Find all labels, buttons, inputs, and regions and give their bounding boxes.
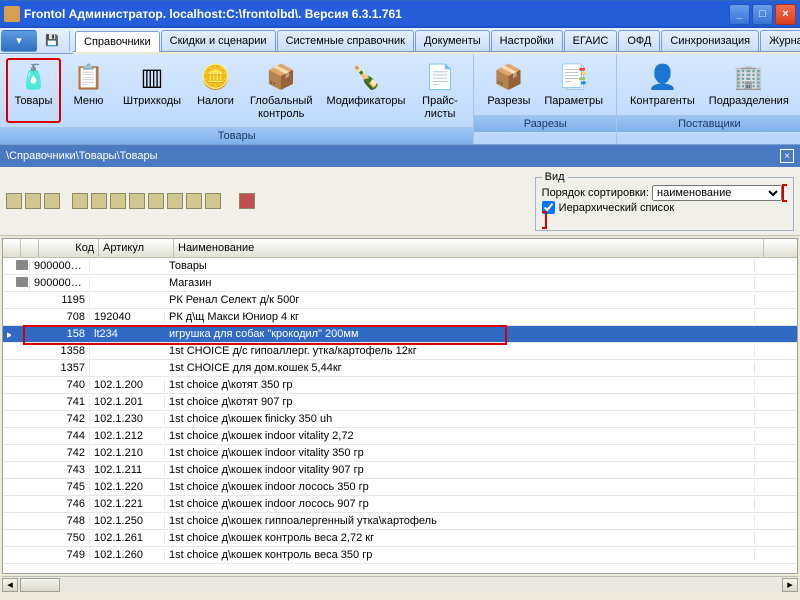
ribbon-icon: 🧴	[18, 61, 50, 93]
ribbon-icon: 📦	[265, 61, 297, 93]
tool-icon[interactable]	[110, 193, 126, 209]
ribbon-icon: 📄	[424, 61, 456, 93]
hier-checkbox-label[interactable]: Иерархический список	[542, 201, 787, 214]
ribbon-товары[interactable]: 🧴Товары	[6, 58, 61, 123]
scroll-thumb[interactable]	[20, 578, 60, 592]
table-row[interactable]: 13581st CHOICE д/с гипоаллерг. утка/карт…	[3, 343, 797, 360]
view-fieldset: Вид Порядок сортировки: наименование Иер…	[535, 171, 794, 231]
ribbon-глобальный-контроль[interactable]: 📦Глобальный контроль	[243, 58, 319, 123]
table-row[interactable]: 741102.1.2011st choice д\котят 907 гр	[3, 394, 797, 411]
table-row[interactable]: 744102.1.2121st choice д\кошек indoor vi…	[3, 428, 797, 445]
file-menu-button[interactable]: ▾	[1, 30, 37, 52]
table-row[interactable]: 749102.1.2601st choice д\кошек контроль …	[3, 547, 797, 564]
tab-journal[interactable]: Журнал	[760, 30, 800, 51]
tool-icon[interactable]	[44, 193, 60, 209]
tab-sync[interactable]: Синхронизация	[661, 30, 759, 51]
sort-label: Порядок сортировки:	[542, 187, 649, 199]
table-row[interactable]: 748102.1.2501st choice д\кошек гиппоалер…	[3, 513, 797, 530]
tool-icon[interactable]	[129, 193, 145, 209]
ribbon-параметры[interactable]: 📑Параметры	[537, 58, 610, 111]
table-row[interactable]: 745102.1.2201st choice д\кошек indoor ло…	[3, 479, 797, 496]
tool-icon[interactable]	[25, 193, 41, 209]
tab-references[interactable]: Справочники	[75, 31, 160, 52]
table-row[interactable]: 900000000Товары	[3, 258, 797, 275]
minimize-button[interactable]: _	[729, 4, 750, 25]
ribbon-icon: 📦	[493, 61, 525, 93]
tab-discounts[interactable]: Скидки и сценарии	[161, 30, 276, 51]
ribbon-icon: 🍾	[350, 61, 382, 93]
ribbon-icon: 📋	[73, 61, 105, 93]
tab-settings[interactable]: Настройки	[491, 30, 563, 51]
ribbon-icon: 🏢	[733, 61, 765, 93]
grid-toolbar: Вид Порядок сортировки: наименование Иер…	[0, 167, 800, 236]
tool-icon[interactable]	[167, 193, 183, 209]
horizontal-scrollbar[interactable]: ◂ ▸	[2, 576, 798, 592]
col-name[interactable]: Наименование	[174, 239, 764, 257]
table-row[interactable]: 746102.1.2211st choice д\кошек indoor ло…	[3, 496, 797, 513]
ribbon-icon: 📑	[558, 61, 590, 93]
tool-icon[interactable]	[239, 193, 255, 209]
grid-header: Код Артикул Наименование	[3, 239, 797, 258]
table-row[interactable]: 742102.1.2101st choice д\кошек indoor vi…	[3, 445, 797, 462]
close-panel-button[interactable]: ×	[780, 149, 794, 163]
ribbon-модификаторы[interactable]: 🍾Модификаторы	[319, 58, 412, 123]
ribbon-меню[interactable]: 📋Меню	[61, 58, 116, 123]
maximize-button[interactable]: □	[752, 4, 773, 25]
ribbon: 🧴Товары📋Меню▥Штрихкоды🪙Налоги📦Глобальный…	[0, 54, 800, 145]
table-row[interactable]: 743102.1.2111st choice д\кошек indoor vi…	[3, 462, 797, 479]
titlebar: Frontol Администратор. localhost:C:\fron…	[0, 0, 800, 28]
ribbon-налоги[interactable]: 🪙Налоги	[188, 58, 243, 123]
folder-icon	[16, 277, 28, 287]
ribbon-подразделения[interactable]: 🏢Подразделения	[702, 58, 796, 111]
tab-documents[interactable]: Документы	[415, 30, 490, 51]
tool-icon[interactable]	[72, 193, 88, 209]
col-article[interactable]: Артикул	[99, 239, 174, 257]
table-row[interactable]: 742102.1.2301st choice д\кошек finicky 3…	[3, 411, 797, 428]
table-row[interactable]: 750102.1.2611st choice д\кошек контроль …	[3, 530, 797, 547]
breadcrumb-bar: \Справочники\Товары\Товары ×	[0, 145, 800, 167]
ribbon-group-label: Товары	[0, 127, 473, 144]
table-row[interactable]: 740102.1.2001st choice д\котят 350 гр	[3, 377, 797, 394]
save-button[interactable]: 💾	[39, 30, 65, 52]
tab-egais[interactable]: ЕГАИС	[564, 30, 618, 51]
tool-icon[interactable]	[91, 193, 107, 209]
close-button[interactable]: ×	[775, 4, 796, 25]
ribbon-group-label: Разрезы	[474, 115, 616, 132]
data-grid: Код Артикул Наименование 900000000Товары…	[2, 238, 798, 574]
grid-body[interactable]: 900000000Товары900000163Магазин1195 РК Р…	[3, 258, 797, 572]
main-tabs: Справочники Скидки и сценарии Системные …	[73, 28, 800, 52]
folder-icon	[16, 260, 28, 270]
hier-checkbox[interactable]	[542, 201, 555, 214]
tool-icon[interactable]	[148, 193, 164, 209]
ribbon-icon: 👤	[646, 61, 678, 93]
ribbon-штрихкоды[interactable]: ▥Штрихкоды	[116, 58, 188, 123]
app-icon	[4, 6, 20, 22]
tab-ofd[interactable]: ОФД	[618, 30, 660, 51]
scroll-right-button[interactable]: ▸	[782, 578, 798, 592]
col-code[interactable]: Код	[39, 239, 99, 257]
tool-icon[interactable]	[205, 193, 221, 209]
scroll-left-button[interactable]: ◂	[2, 578, 18, 592]
tool-icon[interactable]	[6, 193, 22, 209]
ribbon-контрагенты[interactable]: 👤Контрагенты	[623, 58, 702, 111]
table-row[interactable]: 13571st CHOICE для дом.кошек 5,44кг	[3, 360, 797, 377]
ribbon-icon: 🪙	[200, 61, 232, 93]
table-row[interactable]: ▸158lt234 игрушка для собак "крокодил" 2…	[3, 326, 797, 343]
ribbon-разрезы[interactable]: 📦Разрезы	[480, 58, 537, 111]
breadcrumb: \Справочники\Товары\Товары	[6, 150, 158, 162]
ribbon-прайс--листы[interactable]: 📄Прайс- листы	[412, 58, 467, 123]
table-row[interactable]: 708192040 РК д\щ Макси Юниор 4 кг	[3, 309, 797, 326]
view-legend: Вид	[542, 171, 568, 183]
quick-toolbar: ▾ 💾	[0, 28, 73, 54]
ribbon-group-label: Поставщики	[617, 115, 800, 132]
sort-select[interactable]: наименование	[652, 185, 782, 201]
tab-system[interactable]: Системные справочник	[277, 30, 414, 51]
tool-icon[interactable]	[186, 193, 202, 209]
table-row[interactable]: 1195 РК Ренал Селект д/к 500г	[3, 292, 797, 309]
table-row[interactable]: 900000163Магазин	[3, 275, 797, 292]
ribbon-icon: ▥	[136, 61, 168, 93]
window-title: Frontol Администратор. localhost:C:\fron…	[24, 7, 727, 21]
